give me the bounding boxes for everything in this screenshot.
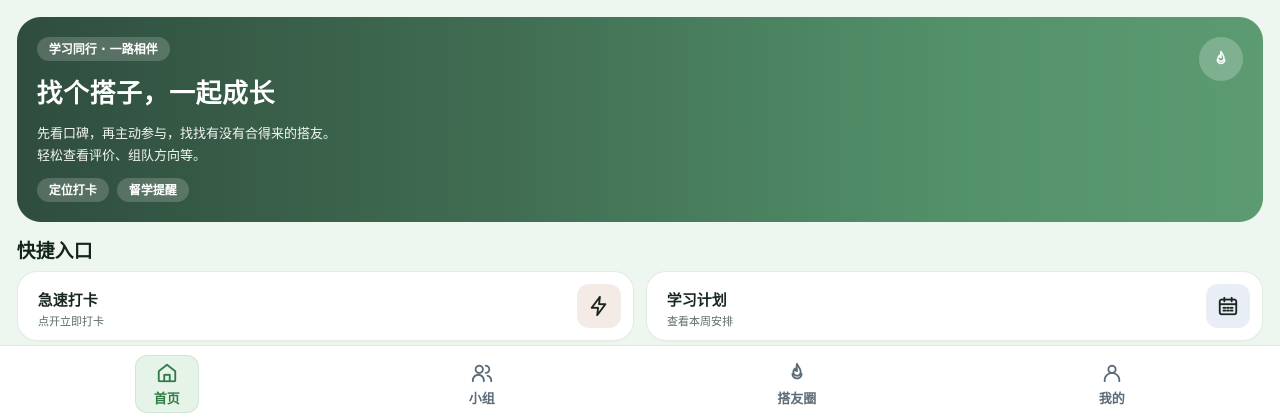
users-icon xyxy=(471,362,493,384)
hero-desc-line-2: 轻松查看评价、组队方向等。 xyxy=(37,149,207,164)
bottom-nav: 首页 小组 搭友圈 我的 xyxy=(0,345,1280,420)
nav-label: 搭友圈 xyxy=(777,391,817,407)
hero-flame-button[interactable] xyxy=(1199,37,1243,81)
quick-card-study-plan[interactable]: 学习计划 查看本周安排 xyxy=(646,271,1263,341)
hero-tag-checkin[interactable]: 定位打卡 xyxy=(37,178,110,202)
user-icon xyxy=(1101,362,1123,384)
hero-description: 先看口碑，再主动参与，找找有没有合得来的搭友。 轻松查看评价、组队方向等。 xyxy=(37,124,1243,168)
calendar-icon xyxy=(1217,295,1239,317)
nav-item-home[interactable]: 首页 xyxy=(135,355,199,413)
nav-label: 我的 xyxy=(1098,391,1125,407)
home-icon xyxy=(156,362,178,384)
nav-item-buddy-circle[interactable]: 搭友圈 xyxy=(765,355,829,413)
nav-label: 小组 xyxy=(468,391,495,407)
quick-card-title: 学习计划 xyxy=(667,291,728,309)
quick-card-icon-box xyxy=(1206,284,1250,328)
quick-card-checkin[interactable]: 急速打卡 点开立即打卡 xyxy=(17,271,634,341)
hero-title: 找个搭子，一起成长 xyxy=(37,79,276,109)
hero-desc-line-1: 先看口碑，再主动参与，找找有没有合得来的搭友。 xyxy=(37,127,337,142)
quick-card-title: 急速打卡 xyxy=(38,291,99,309)
nav-label: 首页 xyxy=(153,391,180,407)
hero-badge: 学习同行 · 一路相伴 xyxy=(37,37,170,61)
quick-card-subtitle: 点开立即打卡 xyxy=(38,315,104,328)
hero-tags: 定位打卡 督学提醒 xyxy=(37,178,190,202)
flame-icon xyxy=(786,362,808,384)
quick-card-subtitle: 查看本周安排 xyxy=(667,315,733,328)
lightning-icon xyxy=(588,295,610,317)
flame-icon xyxy=(1212,50,1230,68)
nav-item-groups[interactable]: 小组 xyxy=(450,355,514,413)
hero-tag-reminder[interactable]: 督学提醒 xyxy=(117,178,190,202)
app-page: 学习同行 · 一路相伴 找个搭子，一起成长 先看口碑，再主动参与，找找有没有合得… xyxy=(0,0,1280,420)
hero-banner: 学习同行 · 一路相伴 找个搭子，一起成长 先看口碑，再主动参与，找找有没有合得… xyxy=(17,17,1263,222)
nav-item-profile[interactable]: 我的 xyxy=(1080,355,1144,413)
quick-access-title: 快捷入口 xyxy=(17,240,94,262)
quick-card-icon-box xyxy=(577,284,621,328)
